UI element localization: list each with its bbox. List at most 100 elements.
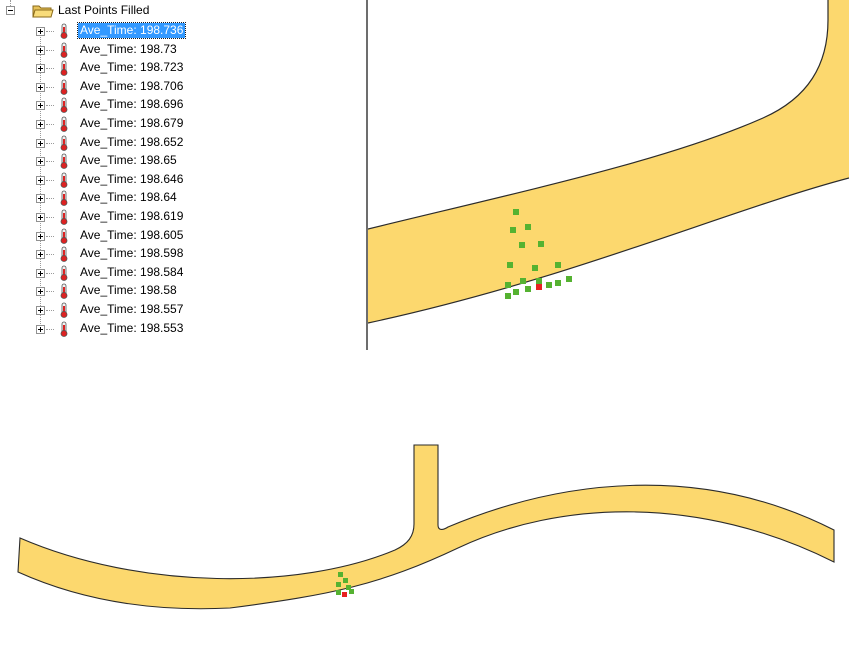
tree-connector — [46, 105, 54, 107]
fill-point — [519, 242, 525, 248]
fill-point — [505, 293, 511, 299]
tree-root-label[interactable]: Last Points Filled — [58, 3, 149, 17]
fill-point-current — [536, 284, 542, 290]
tree-item-label[interactable]: Ave_Time: 198.557 — [78, 302, 185, 317]
thermometer-icon — [58, 23, 70, 42]
thermometer-icon — [58, 135, 70, 154]
fill-point — [349, 589, 354, 594]
expand-toggle[interactable] — [36, 27, 45, 36]
tree-item-label[interactable]: Ave_Time: 198.553 — [78, 321, 185, 336]
thermometer-icon — [58, 172, 70, 191]
tree-item-label[interactable]: Ave_Time: 198.64 — [78, 190, 179, 205]
thermometer-icon — [58, 153, 70, 172]
fill-point-current — [342, 592, 347, 597]
tree-item-label[interactable]: Ave_Time: 198.619 — [78, 209, 185, 224]
fill-point — [538, 241, 544, 247]
thermometer-icon — [58, 283, 70, 302]
fill-point — [566, 276, 572, 282]
fill-point — [505, 282, 511, 288]
fill-point — [338, 572, 343, 577]
detail-view[interactable] — [368, 0, 849, 350]
expand-toggle[interactable] — [36, 175, 45, 185]
fill-point — [343, 578, 348, 583]
tree-item-label[interactable]: Ave_Time: 198.584 — [78, 265, 185, 280]
expand-toggle[interactable] — [36, 324, 45, 334]
tree-connector — [46, 161, 54, 163]
tree-item-label[interactable]: Ave_Time: 198.73 — [78, 42, 179, 57]
fill-point — [336, 590, 341, 595]
tree-connector — [46, 31, 54, 32]
tree-connector — [46, 254, 54, 256]
tree-connector — [46, 49, 54, 51]
expand-toggle[interactable] — [36, 82, 45, 92]
thermometer-icon — [58, 60, 70, 79]
tree-item-label[interactable]: Ave_Time: 198.58 — [78, 283, 179, 298]
folder-icon — [32, 5, 54, 18]
tree-connector — [46, 272, 54, 274]
tree-item-label[interactable]: Ave_Time: 198.696 — [78, 97, 185, 112]
fill-point — [555, 262, 561, 268]
expand-toggle[interactable] — [36, 231, 45, 241]
fill-point — [546, 282, 552, 288]
fill-point — [507, 262, 513, 268]
thermometer-icon — [58, 246, 70, 265]
expand-toggle[interactable] — [36, 213, 45, 222]
thermometer-icon — [58, 190, 70, 209]
thermometer-icon — [58, 42, 70, 61]
tree-connector — [46, 235, 54, 237]
fill-point — [336, 582, 341, 587]
thermometer-icon — [58, 97, 70, 116]
expand-toggle[interactable] — [36, 194, 45, 204]
tree-connector — [46, 124, 54, 125]
fill-point — [513, 209, 519, 215]
tree-item-label[interactable]: Ave_Time: 198.65 — [78, 153, 179, 168]
tree-connector — [46, 86, 54, 88]
expand-toggle[interactable] — [36, 306, 45, 315]
part-shape-overview — [17, 444, 835, 610]
thermometer-icon — [58, 228, 70, 247]
fill-point — [536, 278, 542, 284]
tree-connector — [46, 310, 54, 311]
tree-connector — [46, 179, 54, 181]
thermometer-icon — [58, 321, 70, 340]
tree-connector — [46, 217, 54, 218]
tree-panel: Last Points Filled Ave_Time: 198.736 Ave_… — [0, 0, 366, 350]
thermometer-icon — [58, 79, 70, 98]
tree-item-label[interactable]: Ave_Time: 198.706 — [78, 79, 185, 94]
collapse-toggle[interactable] — [6, 6, 15, 15]
fill-point — [532, 265, 538, 271]
fill-point — [525, 286, 531, 292]
thermometer-icon — [58, 116, 70, 135]
tree-connector — [46, 198, 54, 200]
expand-toggle[interactable] — [36, 138, 45, 148]
tree-connector — [46, 291, 54, 293]
expand-toggle[interactable] — [36, 250, 45, 260]
tree-connector — [46, 142, 54, 144]
expand-toggle[interactable] — [36, 64, 45, 74]
expand-toggle[interactable] — [36, 287, 45, 297]
expand-toggle[interactable] — [36, 120, 45, 129]
fill-point — [510, 227, 516, 233]
fill-point — [520, 278, 526, 284]
fill-point — [525, 224, 531, 230]
thermometer-icon — [58, 265, 70, 284]
fill-point — [555, 280, 561, 286]
tree-item-label[interactable]: Ave_Time: 198.723 — [78, 60, 185, 75]
overview-view[interactable] — [0, 350, 849, 655]
fill-point — [513, 289, 519, 295]
tree-item-label[interactable]: Ave_Time: 198.598 — [78, 246, 185, 261]
expand-toggle[interactable] — [36, 157, 45, 167]
tree-item-label[interactable]: Ave_Time: 198.736 — [76, 22, 187, 39]
tree-connector — [46, 68, 54, 70]
tree-item-label[interactable]: Ave_Time: 198.646 — [78, 172, 185, 187]
tree-item-label[interactable]: Ave_Time: 198.679 — [78, 116, 185, 131]
expand-toggle[interactable] — [36, 45, 45, 55]
expand-toggle[interactable] — [36, 268, 45, 278]
tree-connector — [46, 328, 54, 330]
tree-item-label[interactable]: Ave_Time: 198.652 — [78, 135, 185, 150]
part-shape — [368, 0, 849, 323]
thermometer-icon — [58, 302, 70, 321]
thermometer-icon — [58, 209, 70, 228]
expand-toggle[interactable] — [36, 101, 45, 111]
tree-item-label[interactable]: Ave_Time: 198.605 — [78, 228, 185, 243]
